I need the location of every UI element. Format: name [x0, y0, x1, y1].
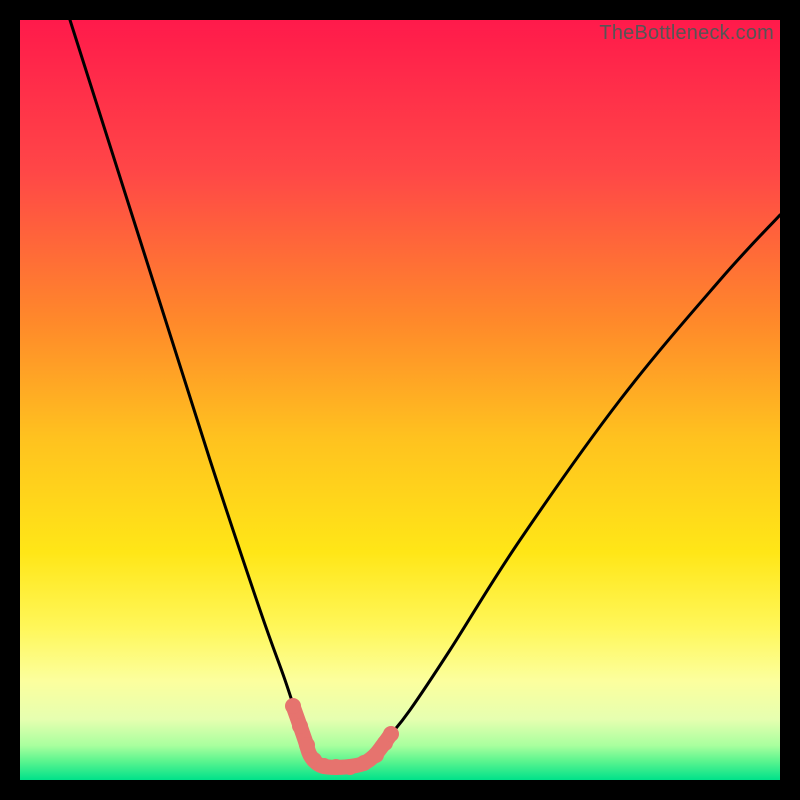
valley-dots-dot	[285, 698, 301, 714]
valley-dots-dot	[328, 759, 344, 775]
chart-frame: TheBottleneck.com	[20, 20, 780, 780]
valley-dots-dot	[342, 759, 358, 775]
valley-dots-dot	[292, 718, 308, 734]
valley-dots-dot	[299, 737, 315, 753]
bottleneck-curve	[70, 20, 780, 767]
valley-dots-dot	[383, 726, 399, 742]
chart-canvas	[20, 20, 780, 780]
